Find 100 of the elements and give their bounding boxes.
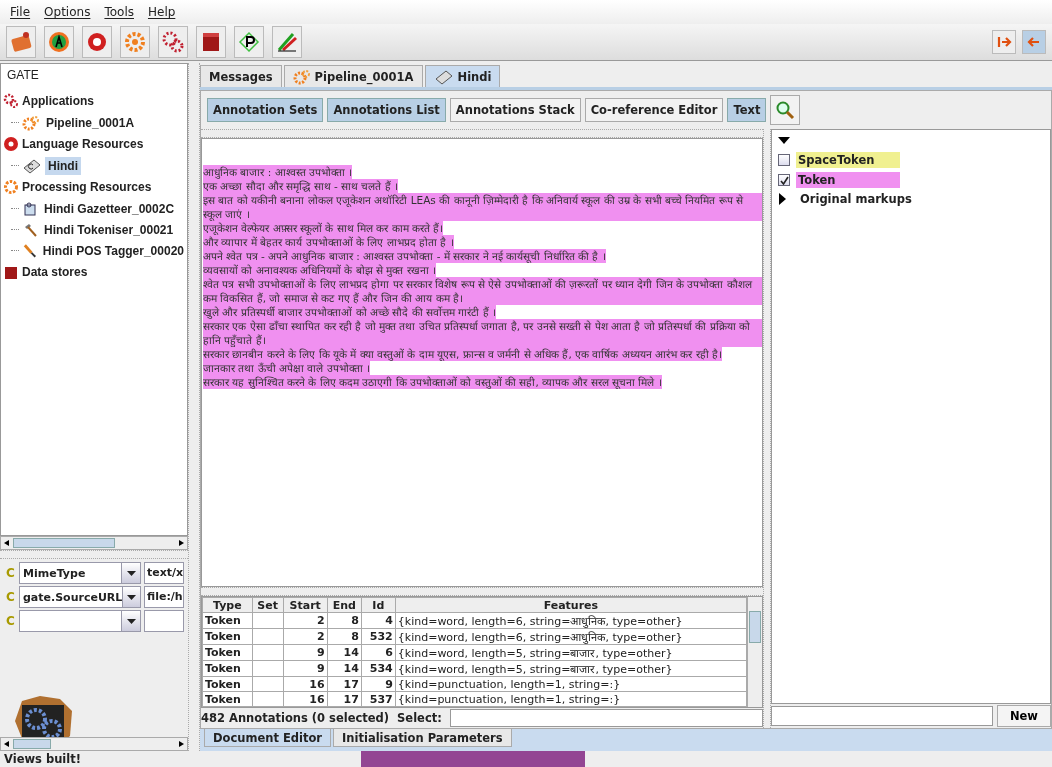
table-cell: 14 <box>327 660 362 677</box>
table-cell: 532 <box>361 628 396 645</box>
tree-item[interactable]: Data stores <box>3 261 187 283</box>
gears-icon <box>162 31 184 53</box>
table-cell: 8 <box>327 628 362 645</box>
tab[interactable]: Messages <box>200 65 282 87</box>
new-button[interactable]: New <box>996 705 1051 727</box>
tree-item[interactable]: Hindi <box>45 156 81 175</box>
new-set-input-field[interactable] <box>771 706 993 726</box>
tree-item[interactable]: Hindi Tokeniser_00021 <box>41 220 177 239</box>
box-icon <box>3 264 19 280</box>
table-cell: Token <box>202 612 253 629</box>
feature-value-field[interactable]: file:/h <box>144 586 184 608</box>
checkbox[interactable] <box>778 154 790 166</box>
caret-icon <box>126 570 136 576</box>
view-toggle-button[interactable]: Annotation Sets <box>207 98 324 122</box>
tree-item[interactable]: Applications <box>3 90 187 112</box>
tab[interactable]: Document Editor <box>204 729 332 747</box>
folder-icon <box>11 32 32 53</box>
horizontal-scrollbar[interactable] <box>0 536 188 550</box>
table-cell: 16 <box>283 691 328 707</box>
search-icon <box>775 100 796 120</box>
feature-flag-label: C <box>6 566 16 580</box>
tree-item[interactable]: Pipeline_0001A <box>43 113 138 132</box>
feature-value-field[interactable]: text/x <box>144 562 184 584</box>
column-header[interactable]: Id <box>361 597 396 613</box>
view-toggle-button[interactable]: Co-reference Editor <box>584 98 724 122</box>
checkbox[interactable] <box>778 174 790 186</box>
menu-item[interactable]: Tools <box>104 5 134 19</box>
table-cell: 16 <box>283 676 328 692</box>
menu-item[interactable]: Options <box>44 5 91 19</box>
table-cell: 14 <box>327 644 362 661</box>
annotation-set-label[interactable]: Original markups <box>800 192 912 206</box>
feature-flag-label: C <box>6 614 16 628</box>
table-cell <box>252 612 284 629</box>
tree-item[interactable]: Language Resources <box>3 133 187 155</box>
table-cell: Token <box>202 691 253 707</box>
letter-a-icon <box>49 32 69 52</box>
document-icon <box>22 157 42 174</box>
table-cell: 534 <box>361 660 396 677</box>
feature-name-combo[interactable]: gate.SourceURL <box>19 586 141 608</box>
table-cell: {kind=word, length=5, string=बाजार, type=other} <box>395 644 747 661</box>
menu-item[interactable]: Help <box>147 5 176 19</box>
column-header[interactable]: Type <box>202 597 253 613</box>
table-cell: {kind=punctuation, length=1, string=:} <box>395 676 747 692</box>
table-cell: {kind=word, length=5, string=बाजार, type=other} <box>395 660 747 677</box>
menu-item[interactable]: File <box>10 5 31 19</box>
table-cell: 537 <box>361 691 396 707</box>
column-header[interactable]: End <box>327 597 362 613</box>
toolbar-button[interactable] <box>234 26 264 58</box>
table-cell: Token <box>202 660 253 677</box>
document-icon <box>433 68 454 85</box>
caret-icon <box>127 594 137 600</box>
table-cell: 2 <box>283 612 328 629</box>
table-cell: Token <box>202 644 253 661</box>
feature-flag-label: C <box>6 590 16 604</box>
tab[interactable]: Pipeline_0001A <box>283 65 423 87</box>
feature-name-combo[interactable] <box>19 610 141 632</box>
table-cell: Token <box>202 628 253 645</box>
annotation-type-label[interactable]: Token <box>796 172 900 188</box>
feature-value-field[interactable] <box>144 610 184 632</box>
table-cell: 9 <box>361 676 396 692</box>
pencils-icon <box>277 33 297 52</box>
annotation-count: 482 Annotations (0 selected) <box>201 711 390 725</box>
column-header[interactable]: Start <box>283 597 328 613</box>
table-cell: 8 <box>327 612 362 629</box>
column-header[interactable]: Features <box>395 597 747 613</box>
view-toggle-button[interactable]: Annotations List <box>327 98 446 122</box>
table-cell: 9 <box>283 660 328 677</box>
table-cell: {kind=word, length=6, string=आधुनिक, type=other} <box>395 628 747 645</box>
view-toggle-button[interactable]: Text <box>727 98 767 122</box>
box-icon <box>203 33 219 51</box>
view-toggle-button[interactable]: Annotations Stack <box>449 98 581 122</box>
table-cell: 9 <box>283 644 328 661</box>
document-text-area[interactable] <box>201 138 763 587</box>
table-cell: 6 <box>361 644 396 661</box>
search-button[interactable] <box>770 95 801 125</box>
table-cell <box>252 691 284 707</box>
vertical-scrollbar[interactable] <box>747 597 762 707</box>
gears-icon <box>22 113 40 132</box>
table-cell: {kind=punctuation, length=1, string=:} <box>395 691 747 707</box>
brush-icon <box>21 242 37 259</box>
table-cell: 17 <box>327 676 362 692</box>
tree-item[interactable]: Processing Resources <box>3 176 187 198</box>
feature-name-combo[interactable]: MimeType <box>19 562 141 584</box>
table-cell: 2 <box>283 628 328 645</box>
toolbar-button[interactable] <box>196 26 226 58</box>
table-cell: 17 <box>327 691 362 707</box>
tab[interactable]: Initialisation Parameters <box>333 729 512 747</box>
annotation-type-label[interactable]: SpaceToken <box>796 152 900 168</box>
tree-item[interactable]: Hindi Gazetteer_0002C <box>41 199 178 218</box>
tab[interactable]: Hindi <box>424 65 501 87</box>
horizontal-scrollbar[interactable] <box>0 737 188 751</box>
toolbar-button[interactable] <box>44 26 74 58</box>
column-header[interactable]: Set <box>252 597 284 613</box>
tree-item[interactable]: Hindi POS Tagger_00020 <box>39 241 187 260</box>
table-cell: {kind=word, length=6, string=आधुनिक, type=other} <box>395 612 747 629</box>
gears-icon <box>3 93 19 109</box>
table-cell: 4 <box>361 612 396 629</box>
select-input-field[interactable] <box>449 709 763 727</box>
